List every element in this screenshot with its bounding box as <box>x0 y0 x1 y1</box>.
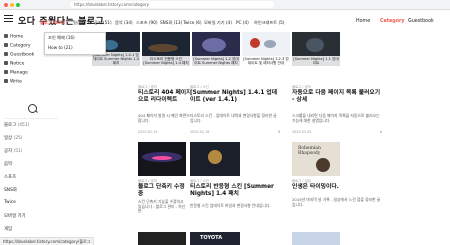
sidebar-category[interactable]: Category <box>4 43 31 49</box>
address-bar[interactable]: https://bluelabel.tistory.com/category <box>70 1 274 8</box>
dropdown-item[interactable]: 조인 예제 (16) <box>45 33 105 43</box>
category-item[interactable]: 블로그 (451) <box>4 122 29 128</box>
divider <box>4 118 58 119</box>
post-thumbnail: Bohemian Rhapsody <box>292 142 340 176</box>
nav-daily[interactable]: 일상 (25) <box>73 20 91 26</box>
post-card[interactable] <box>190 142 240 176</box>
post-thumbnail <box>138 142 186 176</box>
minimize-dot-icon[interactable] <box>10 3 14 7</box>
category-nav: 블로그 (451) 일상 (25) 공지 (51) 음악 (34) 스포츠 (9… <box>0 18 450 30</box>
post-card[interactable]: 블로그 / 스킨 티스토리 반응형 스킨 [Summer Nights] 1.4… <box>190 178 280 238</box>
sidebar-home[interactable]: Home <box>4 34 23 40</box>
category-dropdown: 조인 예제 (16) How to (21) <box>44 32 106 55</box>
main-content: [Summer Nights] 1.4.1 업데이트 Summer Nights… <box>62 32 450 245</box>
reply-count: 4 <box>379 130 382 134</box>
post-card[interactable]: TOYOTA <box>190 232 240 245</box>
dropdown-item[interactable]: How to (21) <box>45 43 105 52</box>
category-item[interactable]: 모바일 기기 <box>4 213 26 219</box>
nav-minecraft[interactable]: 하인크레프트 (5) <box>254 20 284 26</box>
post-card[interactable] <box>292 232 340 245</box>
post-title[interactable]: 티스토리 반응형 스킨 [Summer Nights] 1.4 패치 <box>190 184 280 198</box>
sidebar: Home Category Guestbook Notice Manage Wr… <box>0 32 63 245</box>
post-card[interactable]: 블로그 / 일상 인생은 타이밍이다. 2019년 마지막 날 기록 - 일상에… <box>292 178 382 238</box>
close-dot-icon[interactable] <box>4 3 8 7</box>
post-thumbnail: [Summer Nights] 1.2.3 업데이트 및 패치사항 안내 <box>242 32 290 66</box>
post-card[interactable] <box>138 142 186 176</box>
post-title[interactable]: 블로그 단축키 수정 중 <box>138 184 186 198</box>
sidebar-notice[interactable]: Notice <box>4 61 24 67</box>
post-card[interactable]: 블로그 / 공지 블로그 단축키 수정 중 스킨 단축키 기능을 수정하고 있습… <box>138 178 186 238</box>
reply-count: 3 <box>277 130 280 134</box>
maximize-dot-icon[interactable] <box>16 3 20 7</box>
bell-icon <box>4 61 8 65</box>
nav-music[interactable]: 음악 (34) <box>115 20 133 26</box>
nav-twice[interactable]: Twice (6) <box>183 20 202 25</box>
nav-blog[interactable]: 블로그 (451) <box>40 20 66 26</box>
nav-sports[interactable]: 스포츠 (90) <box>136 20 158 26</box>
category-item[interactable]: 음악 <box>4 161 12 167</box>
post-thumbnail: [Summer Nights] 1.1 업데이트 <box>292 32 340 66</box>
post-card[interactable]: [Summer Nights] 1.1 업데이트 <box>292 32 340 80</box>
post-card[interactable]: 티스토리 전용형 스킨 [Summer Nights] 1.4 패치 <box>142 32 190 80</box>
search-icon[interactable] <box>28 104 37 113</box>
post-thumbnail: 티스토리 전용형 스킨 [Summer Nights] 1.4 패치 <box>142 32 190 66</box>
sidebar-guestbook[interactable]: Guestbook <box>4 52 34 58</box>
book-icon <box>4 52 8 56</box>
sidebar-write[interactable]: Write <box>4 79 22 85</box>
home-icon <box>4 34 8 38</box>
category-item[interactable]: 일상 (25) <box>4 135 23 141</box>
post-thumbnail <box>190 142 240 176</box>
nav-mobile[interactable]: 모바일 기기 (4) <box>204 20 232 26</box>
nav-notice[interactable]: 공지 (51) <box>94 20 112 26</box>
post-card[interactable]: [Summer Nights] 1.2.3 업데이트 및 패치사항 안내 <box>242 32 290 80</box>
post-title[interactable]: 인생은 타이밍이다. <box>292 184 382 191</box>
post-thumbnail: [Summer Nights] 1.2 업데이트 Summer Nights 패… <box>192 32 240 66</box>
category-item[interactable]: 공지 (51) <box>4 148 23 154</box>
post-title[interactable]: [Summer Nights] 1.4.1 업데이트 (ver 1.4.1) <box>190 90 280 104</box>
category-item[interactable]: 게임 <box>4 226 12 232</box>
gear-icon <box>4 70 8 74</box>
post-card[interactable]: [Summer Nights] 1.2 업데이트 Summer Nights 패… <box>192 32 240 80</box>
post-card[interactable] <box>138 232 186 245</box>
folder-icon <box>4 43 8 47</box>
pencil-icon <box>4 79 8 83</box>
post-title[interactable]: 자동으로 다음 페이지 목록 불러오기 - 상세 <box>292 90 382 104</box>
category-item[interactable]: 스포츠 <box>4 174 16 180</box>
nav-sns[interactable]: SNS화 (13) <box>160 20 182 26</box>
post-card[interactable]: Bohemian Rhapsody <box>292 142 340 176</box>
nav-pc[interactable]: PC (4) <box>236 20 249 25</box>
browser-toolbar: https://bluelabel.tistory.com/category <box>0 0 450 10</box>
category-item[interactable]: Twice <box>4 200 16 205</box>
sidebar-manage[interactable]: Manage <box>4 70 28 76</box>
category-item[interactable]: SNS화 <box>4 187 17 193</box>
status-bar: https://bluelabel.tistory.com/category/블… <box>0 237 95 245</box>
